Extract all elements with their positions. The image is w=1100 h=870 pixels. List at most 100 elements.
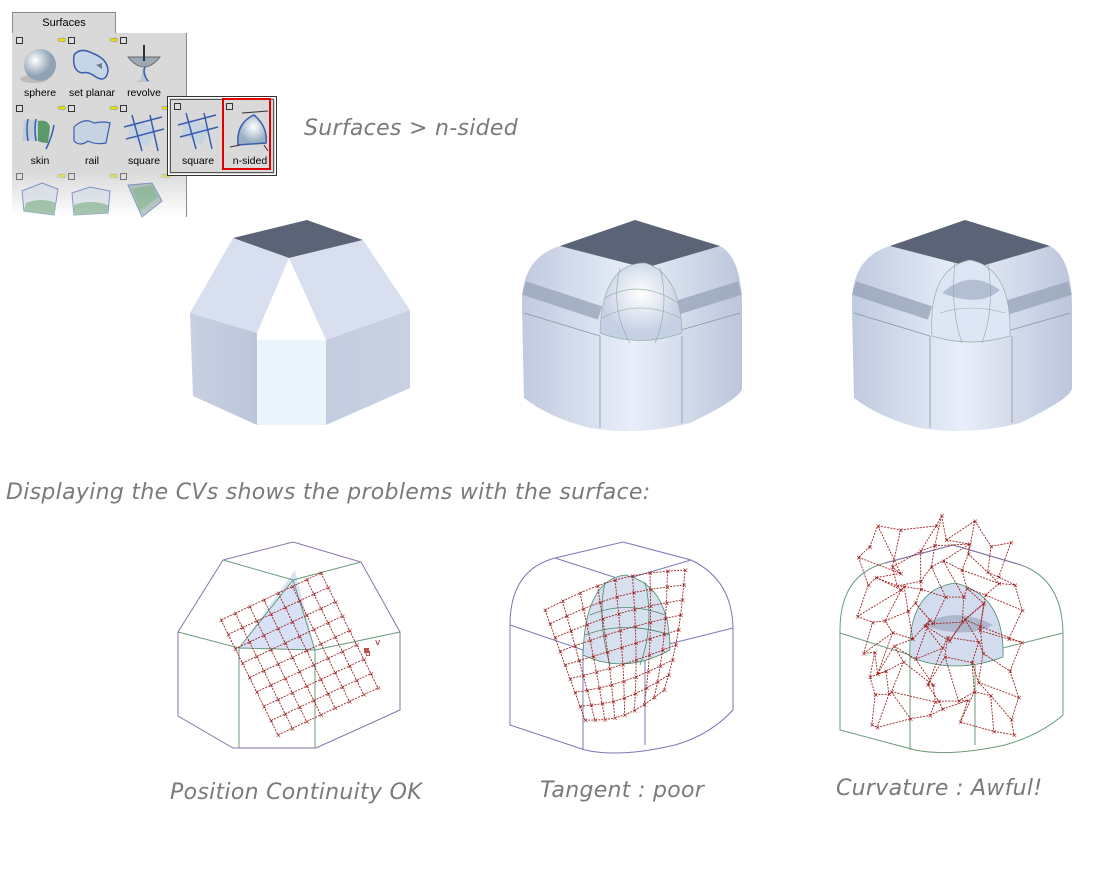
cv-point: ×: [959, 567, 965, 575]
cv-point: ×: [340, 613, 346, 621]
cv-point: ×: [318, 605, 324, 613]
option-box-icon[interactable]: [16, 173, 23, 180]
cv-point: ×: [683, 567, 689, 575]
option-box-icon[interactable]: [120, 37, 127, 44]
cv-point: ×: [578, 589, 584, 597]
option-box-icon[interactable]: [68, 37, 75, 44]
cv-point: ×: [906, 608, 912, 616]
rail-icon: [73, 120, 111, 145]
cv-point: ×: [913, 600, 919, 608]
tool-skin[interactable]: ➡ skin: [14, 103, 66, 169]
cv-point: ×: [985, 569, 991, 577]
cv-point: ×: [591, 653, 597, 661]
caption-curvature: Curvature : Awful!: [836, 776, 1043, 801]
cv-point: ×: [633, 640, 639, 648]
cv-point: ×: [892, 643, 898, 651]
tool-revolve[interactable]: revolve: [118, 35, 170, 101]
cv-point: ×: [592, 717, 598, 725]
option-box-icon[interactable]: [68, 173, 75, 180]
cv-point: ×: [890, 629, 896, 637]
cv-point: ×: [226, 631, 232, 639]
set-planar-icon: [72, 49, 109, 80]
tool-set-planar[interactable]: ➡ set planar: [66, 35, 118, 101]
cv-point: ×: [333, 669, 339, 677]
cv-point: ×: [861, 650, 867, 658]
cv-point: ×: [276, 696, 282, 704]
shelf-tab-surfaces[interactable]: Surfaces: [12, 12, 116, 34]
cv-point: ×: [376, 685, 382, 693]
cv-point: ×: [918, 548, 924, 556]
cv-point: ×: [866, 582, 872, 590]
tool-square[interactable]: ➡ square: [118, 103, 170, 169]
cv-point: ×: [680, 597, 686, 605]
tool-faded[interactable]: ➡: [14, 171, 66, 237]
cv-hull-line: [892, 550, 921, 568]
cv-point: ×: [261, 703, 267, 711]
option-box-icon[interactable]: [120, 173, 127, 180]
cv-point: ×: [297, 597, 303, 605]
cv-point: ×: [577, 657, 583, 665]
front-face: [257, 340, 326, 425]
cv-point: ×: [956, 698, 962, 706]
cv-point: ×: [261, 667, 267, 675]
cv-point: ×: [895, 582, 901, 590]
cv-point: ×: [875, 670, 881, 678]
cv-point: ×: [233, 610, 239, 618]
cv-point: ×: [318, 711, 324, 719]
cv-point: ×: [929, 563, 935, 571]
revolve-icon: [126, 45, 162, 82]
cv-point: ×: [633, 673, 639, 681]
cv-point: ×: [347, 662, 353, 670]
cv-point: ×: [268, 611, 274, 619]
cv-point: ×: [333, 634, 339, 642]
cv-point: ×: [311, 591, 317, 599]
surface-tool-icon: [21, 182, 59, 216]
cv-point: ×: [962, 616, 968, 624]
cv-point: ×: [354, 677, 360, 685]
popup-tool-square[interactable]: square: [172, 101, 224, 167]
skin-icon: [22, 118, 55, 150]
cv-point: ×: [1019, 639, 1025, 647]
surface-tool-popup: square n-sided: [167, 96, 277, 176]
cv-point: ×: [872, 649, 878, 657]
option-box-icon[interactable]: [174, 103, 181, 110]
cv-point: ×: [981, 650, 987, 658]
cv-point: ×: [304, 576, 310, 584]
cv-point: ×: [247, 674, 253, 682]
cv-point: ×: [297, 633, 303, 641]
cv-point: ×: [581, 672, 587, 680]
tool-faded[interactable]: ➡: [66, 171, 118, 237]
option-box-icon[interactable]: [68, 105, 75, 112]
cv-point: ×: [648, 586, 654, 594]
cv-point: ×: [318, 640, 324, 648]
tool-faded[interactable]: ➡: [118, 171, 170, 237]
cv-point: ×: [910, 635, 916, 643]
cv-point: ×: [368, 670, 374, 678]
cv-point: ×: [662, 631, 668, 639]
cv-point: ×: [665, 568, 671, 576]
tool-sphere[interactable]: ➡ sphere: [14, 35, 66, 101]
tool-label: revolve: [127, 87, 161, 99]
option-box-icon[interactable]: [16, 105, 23, 112]
cv-point: ×: [634, 656, 640, 664]
cv-point: ×: [283, 675, 289, 683]
square-icon: [123, 114, 165, 152]
cv-point: ×: [630, 572, 636, 580]
cv-point: ×: [621, 678, 627, 686]
origin-cv-marker: [364, 648, 369, 653]
cv-point: ×: [681, 582, 687, 590]
option-box-icon[interactable]: [120, 105, 127, 112]
cv-point: ×: [568, 675, 574, 683]
option-box-icon[interactable]: [16, 37, 23, 44]
cv-point: ×: [908, 715, 914, 723]
cv-point: ×: [972, 517, 978, 525]
cv-point: ×: [563, 662, 569, 670]
cv-point: ×: [856, 554, 862, 562]
cv-point: ×: [311, 662, 317, 670]
cv-point: ×: [602, 716, 608, 724]
cv-point: ×: [290, 689, 296, 697]
tool-label: set planar: [68, 87, 116, 99]
cv-point: ×: [989, 543, 995, 551]
tool-rail[interactable]: ➡ rail: [66, 103, 118, 169]
cv-point: ×: [958, 719, 964, 727]
